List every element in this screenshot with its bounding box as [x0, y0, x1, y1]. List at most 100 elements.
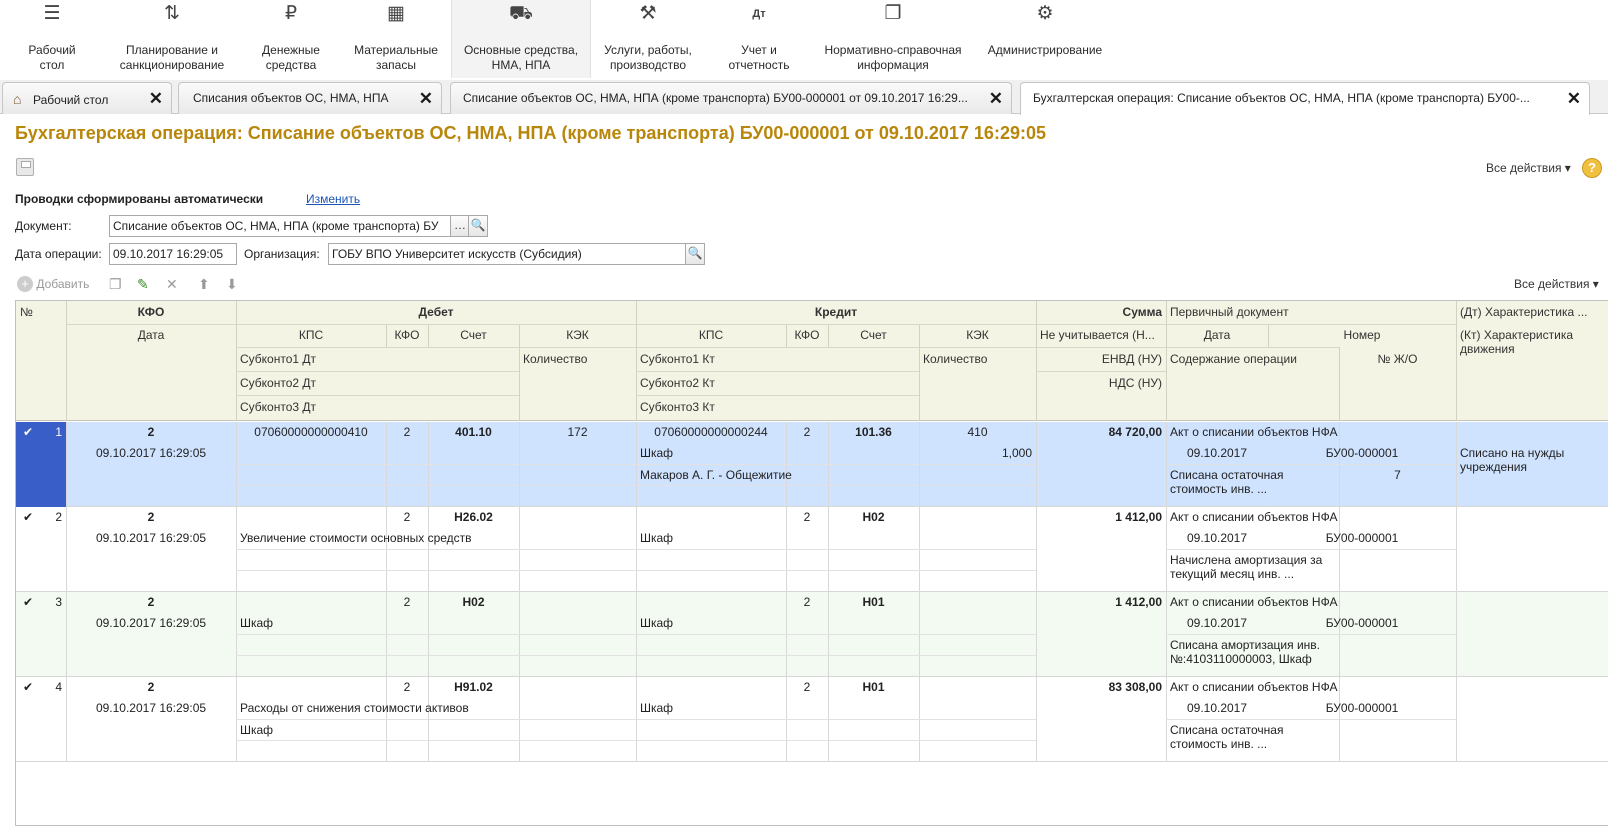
close-icon[interactable]: ✕ [1567, 89, 1581, 109]
column-nds[interactable]: НДС (НУ) [1036, 372, 1166, 394]
move-down-icon[interactable]: ⬇ [226, 276, 238, 296]
column-debit[interactable]: Дебет [236, 301, 636, 323]
column-debit-account[interactable]: Счет [428, 324, 519, 346]
debit-subconto1-cell: Шкаф [240, 616, 274, 630]
column-operation-content[interactable]: Содержание операции [1166, 348, 1339, 370]
change-link[interactable]: Изменить [306, 192, 360, 206]
column-debit-kek[interactable]: КЭК [519, 324, 636, 346]
section-fixed-assets[interactable]: ⛟ Основные средства, НМА, НПА [451, 0, 591, 78]
column-kt-characteristic[interactable]: (Кт) Характеристика движения [1456, 324, 1608, 356]
column-subconto2-kt[interactable]: Субконто2 Кт [636, 372, 919, 394]
table-row[interactable]: ✔ 4 2 09.10.2017 16:29:05 2 Н91.02 Расходы от … [16, 677, 1608, 762]
column-credit-quantity[interactable]: Количество [919, 348, 1036, 370]
row-number-cell[interactable]: ✔ 3 [16, 592, 67, 677]
help-icon[interactable]: ? [1582, 158, 1602, 178]
edit-icon[interactable]: ✎ [137, 276, 149, 296]
row-number: 4 [55, 680, 62, 694]
table-row[interactable]: ✔ 2 2 09.10.2017 16:29:05 2 Н26.02 Увеличение … [16, 507, 1608, 592]
column-credit-account[interactable]: Счет [828, 324, 919, 346]
column-credit-kfo[interactable]: КФО [786, 324, 828, 346]
row-number-cell[interactable]: ✔ 1 [16, 422, 67, 507]
close-icon[interactable]: ✕ [419, 89, 433, 109]
section-planning[interactable]: ⇅ Планирование и санкционирование [108, 0, 236, 78]
section-administration[interactable]: ⚙ Администрирование [980, 0, 1110, 78]
open-icon[interactable]: 🔍 [468, 215, 488, 237]
tab-label: Рабочий стол [33, 93, 109, 107]
section-money[interactable]: ₽ Денежные средства [246, 0, 336, 78]
characteristic-cell: Списано на нужды учреждения [1460, 446, 1565, 474]
debit-subconto1-cell: Увеличение стоимости основных средств [240, 531, 472, 545]
close-icon[interactable]: ✕ [989, 89, 1003, 109]
primary-date-cell: 09.10.2017 [1186, 531, 1248, 545]
primary-document-cell: Акт о списании объектов НФА [1170, 680, 1338, 694]
column-sum[interactable]: Сумма [1036, 301, 1166, 323]
add-button[interactable]: + Добавить [17, 276, 89, 296]
column-journal-number[interactable]: № Ж/О [1339, 348, 1456, 370]
column-subconto1-dt[interactable]: Субконто1 Дт [236, 348, 519, 370]
delete-icon[interactable]: ✕ [166, 276, 178, 296]
row-number-cell[interactable]: ✔ 4 [16, 677, 67, 762]
section-services[interactable]: ⚒ Услуги, работы, производство [596, 0, 700, 78]
sum-cell: 1 412,00 [1115, 595, 1162, 609]
column-subconto3-kt[interactable]: Субконто3 Кт [636, 396, 919, 418]
column-credit-kek[interactable]: КЭК [919, 324, 1036, 346]
date-label: Дата операции: [15, 247, 102, 261]
tab-label: Бухгалтерская операция: Списание объекто… [1033, 91, 1530, 105]
table-row[interactable]: ✔ 3 2 09.10.2017 16:29:05 2 Н02 Шкаф 2 Н01 Шкаф 1 … [16, 592, 1608, 677]
section-desktop[interactable]: ☰ Рабочий стол [12, 0, 92, 78]
table-all-actions-menu[interactable]: Все действия ▾ [1514, 277, 1599, 291]
credit-kfo-cell: 2 [803, 680, 811, 694]
column-date[interactable]: Дата [66, 324, 236, 346]
row-number-cell[interactable]: ✔ 2 [16, 507, 67, 592]
table-row[interactable]: ✔ 1 2 09.10.2017 16:29:05 07060000000000410 2… [16, 422, 1608, 507]
primary-number-cell: БУ00-000001 [1325, 446, 1399, 460]
column-debit-kps[interactable]: КПС [236, 324, 386, 346]
document-field[interactable]: Списание объектов ОС, НМА, НПА (кроме тр… [109, 215, 451, 237]
copy-icon[interactable]: ❐ [109, 276, 122, 296]
select-button[interactable]: … [450, 215, 470, 237]
debit-kps-cell: 07060000000000410 [254, 425, 368, 439]
column-primary-number[interactable]: Номер [1268, 324, 1456, 346]
column-credit[interactable]: Кредит [636, 301, 1036, 323]
section-materials[interactable]: ▦ Материальные запасы [346, 0, 446, 78]
column-subconto1-kt[interactable]: Субконто1 Кт [636, 348, 919, 370]
column-primary-document[interactable]: Первичный документ [1166, 301, 1456, 323]
column-debit-kfo[interactable]: КФО [386, 324, 428, 346]
section-accounting[interactable]: Дт Учет и отчетность [712, 0, 806, 78]
organization-field[interactable]: ГОБУ ВПО Университет искусств (Субсидия) [328, 243, 686, 265]
close-icon[interactable]: ✕ [149, 89, 163, 109]
column-debit-quantity[interactable]: Количество [519, 348, 636, 370]
save-icon[interactable] [16, 158, 34, 176]
tab-writeoff-document[interactable]: Списание объектов ОС, НМА, НПА (кроме тр… [450, 82, 1012, 114]
column-number[interactable]: № [16, 301, 66, 323]
debit-kek-cell: 172 [567, 425, 588, 439]
tab-accounting-operation[interactable]: Бухгалтерская операция: Списание объекто… [1020, 82, 1590, 115]
column-subconto2-dt[interactable]: Субконто2 Дт [236, 372, 519, 394]
column-dt-characteristic[interactable]: (Дт) Характеристика ... [1456, 301, 1608, 323]
section-reference[interactable]: ❐ Нормативно-справочная информация [818, 0, 968, 78]
all-actions-menu[interactable]: Все действия ▾ [1486, 161, 1571, 175]
tab-writeoffs-list[interactable]: Списания объектов ОС, НМА, НПА ✕ [178, 82, 442, 114]
credit-kps-cell: 07060000000000244 [654, 425, 768, 439]
section-label: Планирование и санкционирование [119, 43, 225, 72]
debit-kfo-cell: 2 [403, 595, 411, 609]
debit-subconto2-cell: Шкаф [240, 723, 274, 737]
column-subconto3-dt[interactable]: Субконто3 Дт [236, 396, 519, 418]
move-up-icon[interactable]: ⬆ [198, 276, 210, 296]
characteristic-cell [1456, 613, 1608, 616]
primary-date-cell: 09.10.2017 [1186, 446, 1248, 460]
column-not-counted[interactable]: Не учитывается (Н... [1036, 324, 1166, 346]
column-credit-kps[interactable]: КПС [636, 324, 786, 346]
date-field[interactable]: 09.10.2017 16:29:05 [109, 243, 237, 265]
column-kfo[interactable]: КФО [66, 301, 236, 323]
search-icon[interactable]: 🔍 [685, 243, 705, 265]
truck-icon: ⛟ [509, 3, 533, 24]
date-cell: 09.10.2017 16:29:05 [95, 531, 207, 545]
section-label: Денежные средства [262, 43, 320, 72]
column-primary-date[interactable]: Дата [1166, 324, 1268, 346]
tab-desktop[interactable]: ⌂ Рабочий стол ✕ [2, 82, 172, 114]
operation-content-cell: Списана остаточная стоимость инв. ... [1170, 723, 1284, 751]
column-envd[interactable]: ЕНВД (НУ) [1036, 348, 1166, 370]
table-header: № КФО Дата Дебет КПС КФО Счет КЭК Субкон… [16, 301, 1608, 421]
tab-bar: ⌂ Рабочий стол ✕ Списания объектов ОС, НМ… [0, 80, 1608, 115]
